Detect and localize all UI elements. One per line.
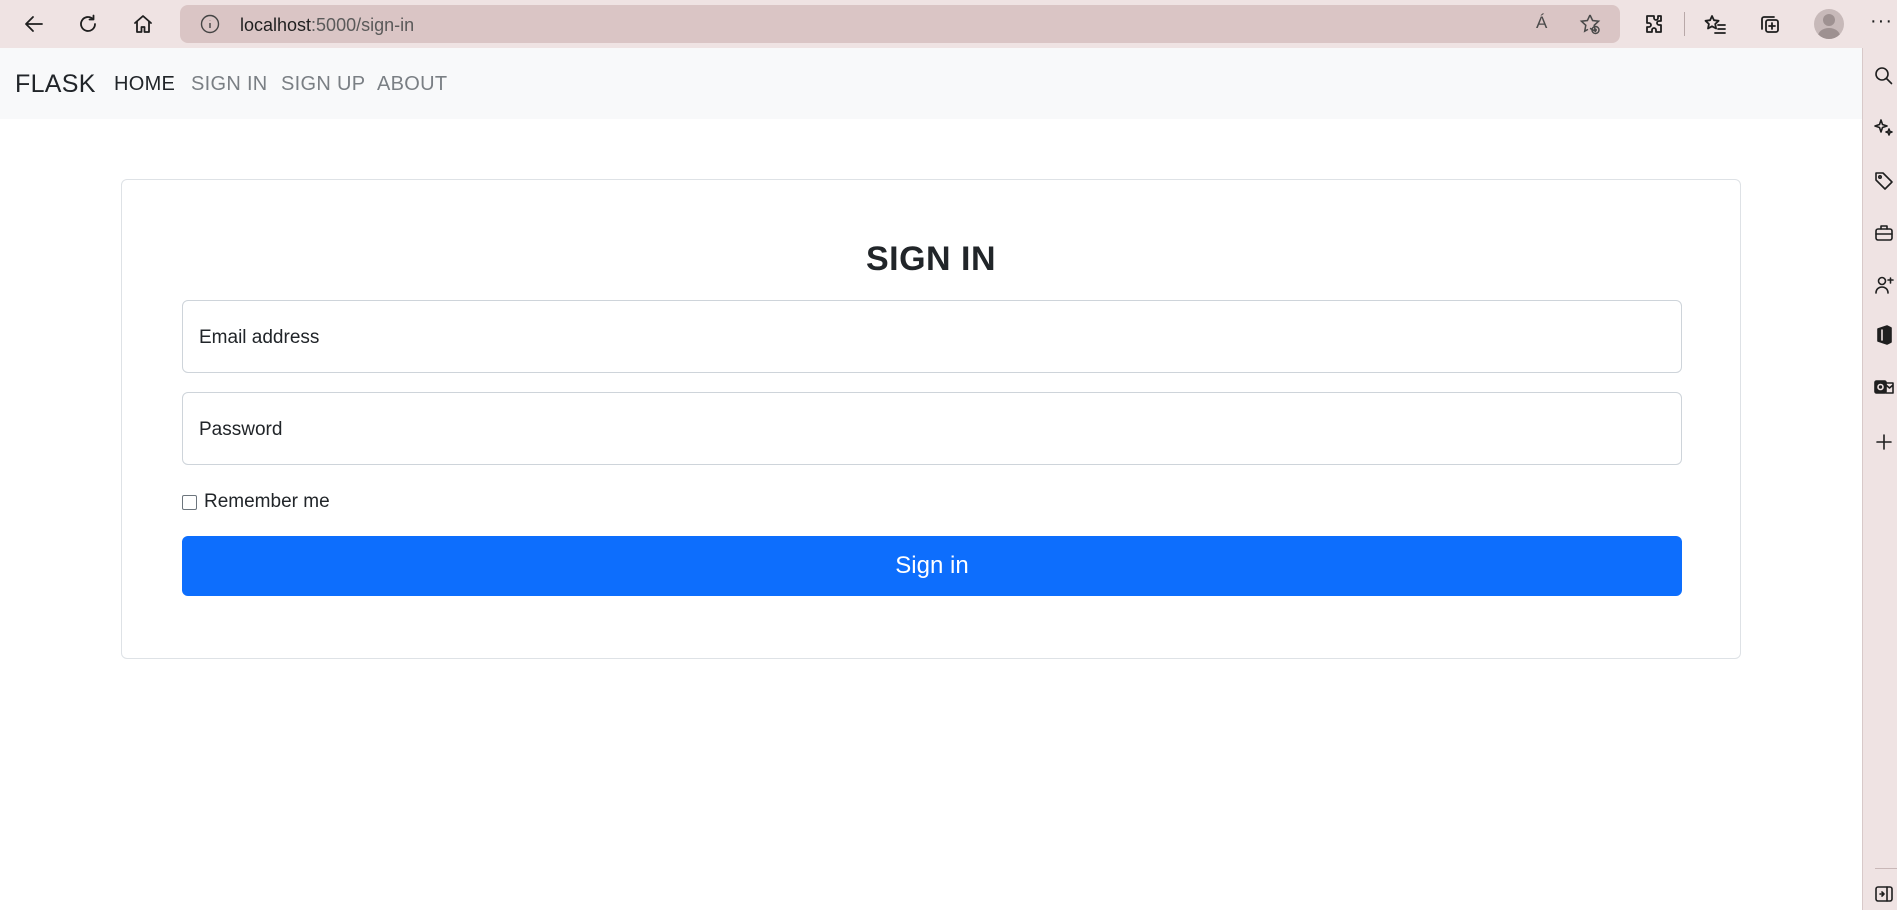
profile-avatar[interactable] xyxy=(1814,9,1844,39)
user-tools-icon[interactable] xyxy=(1873,274,1895,296)
sidebar-divider xyxy=(1875,868,1897,869)
nav-link-about[interactable]: ABOUT xyxy=(377,73,447,96)
search-icon[interactable] xyxy=(1873,65,1895,87)
page-title: SIGN IN xyxy=(865,240,997,278)
more-icon[interactable]: ··· xyxy=(1870,10,1893,33)
browser-toolbar: localhost:5000/sign-in Á ··· xyxy=(0,0,1897,48)
page-viewport: FLASK HOME SIGN IN SIGN UP ABOUT SIGN IN… xyxy=(0,48,1862,910)
address-bar[interactable]: localhost:5000/sign-in Á xyxy=(180,5,1620,43)
url-text[interactable]: localhost:5000/sign-in xyxy=(240,15,414,36)
remember-me-checkbox[interactable] xyxy=(182,494,197,510)
nav-link-sign-in[interactable]: SIGN IN xyxy=(191,73,268,96)
add-favorite-icon[interactable] xyxy=(1578,12,1602,36)
home-icon[interactable] xyxy=(125,6,161,42)
toolbar-divider xyxy=(1684,12,1685,36)
url-host: localhost xyxy=(240,15,312,35)
favorites-icon[interactable] xyxy=(1697,6,1733,42)
info-icon[interactable] xyxy=(200,14,220,34)
email-field[interactable]: Email address xyxy=(182,300,1682,373)
sign-in-button[interactable]: Sign in xyxy=(182,536,1682,596)
navbar-brand[interactable]: FLASK xyxy=(15,70,96,99)
sparkle-icon[interactable] xyxy=(1873,117,1895,139)
browser-sidebar xyxy=(1862,48,1897,910)
nav-link-sign-up[interactable]: SIGN UP xyxy=(281,73,365,96)
sign-in-card: SIGN IN Email address Password Remember … xyxy=(121,179,1741,659)
remember-me-label[interactable]: Remember me xyxy=(204,491,330,513)
office-icon[interactable] xyxy=(1873,324,1895,346)
email-field-label: Email address xyxy=(199,327,320,348)
extensions-icon[interactable] xyxy=(1636,6,1672,42)
nav-link-home[interactable]: HOME xyxy=(114,73,175,96)
navbar: FLASK HOME SIGN IN SIGN UP ABOUT xyxy=(0,48,1862,119)
sidebar-toggle-icon[interactable] xyxy=(1873,883,1895,905)
outlook-icon[interactable] xyxy=(1873,376,1895,398)
refresh-icon[interactable] xyxy=(70,6,106,42)
briefcase-icon[interactable] xyxy=(1873,222,1895,244)
read-aloud-icon[interactable]: Á xyxy=(1535,12,1559,36)
back-arrow-icon[interactable] xyxy=(16,6,52,42)
add-icon[interactable] xyxy=(1873,431,1895,453)
url-path: :5000/sign-in xyxy=(311,15,415,35)
collections-icon[interactable] xyxy=(1752,6,1788,42)
password-field-label: Password xyxy=(199,419,283,440)
tag-icon[interactable] xyxy=(1873,169,1895,191)
password-field[interactable]: Password xyxy=(182,392,1682,465)
remember-me: Remember me xyxy=(182,491,330,513)
